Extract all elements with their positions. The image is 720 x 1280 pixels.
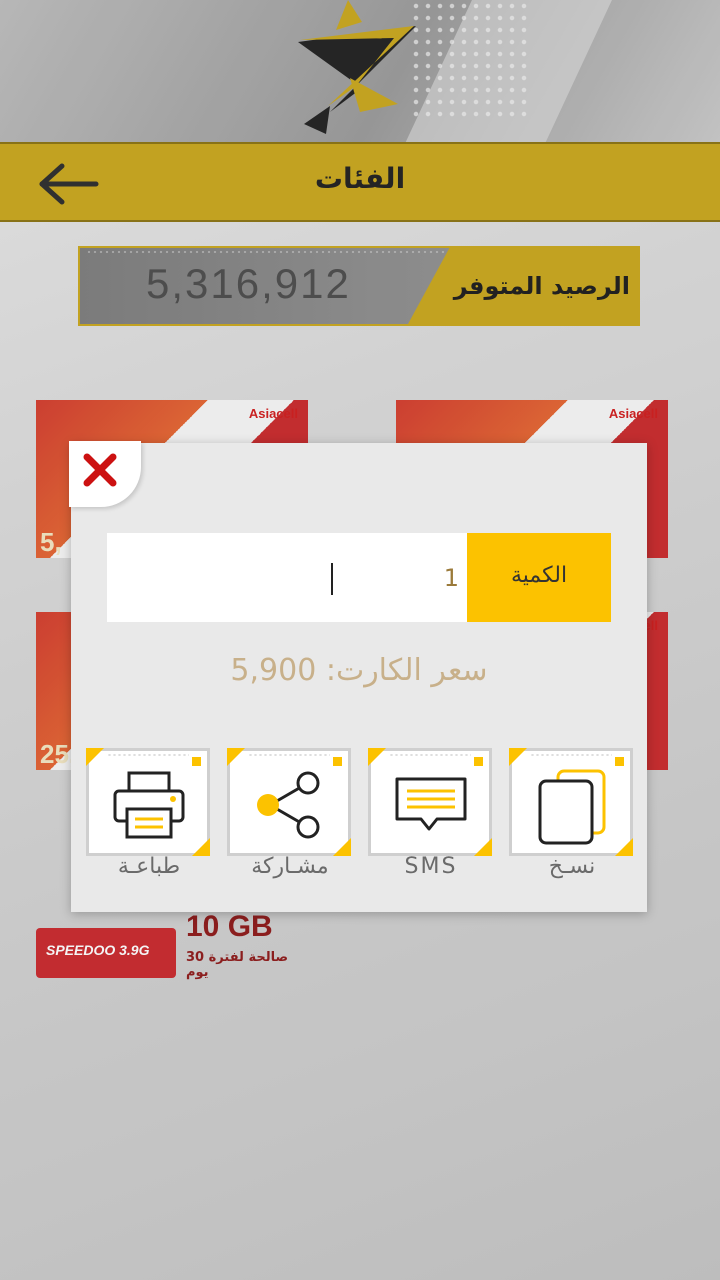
quantity-label-box: الكمية [467, 533, 611, 622]
close-icon [83, 453, 117, 487]
card-price-text: سعر الكارت: 5,900 [230, 653, 488, 688]
tile-dotted-line [530, 754, 612, 756]
tile-dotted-line [107, 754, 189, 756]
tile-dot [192, 757, 201, 766]
close-button[interactable] [69, 441, 141, 507]
copy-tile [509, 748, 633, 856]
print-label: طباعـة [117, 854, 181, 879]
tile-corner [86, 748, 104, 766]
quantity-input[interactable] [107, 533, 467, 622]
quantity-label: الكمية [510, 563, 568, 588]
print-button[interactable]: طباعـة [86, 748, 212, 888]
printer-icon [113, 771, 185, 839]
message-icon [395, 777, 467, 831]
copy-label: نسـخ [548, 854, 596, 879]
sms-tile [368, 748, 492, 856]
share-tile [227, 748, 351, 856]
copy-button[interactable]: نسـخ [509, 748, 635, 888]
copy-icon [538, 769, 606, 845]
action-buttons: طباعـة مشـاركة SMS نسـخ [86, 748, 636, 888]
tile-dot [615, 757, 624, 766]
purchase-dialog: الكمية سعر الكارت: 5,900 طباعـة [69, 441, 647, 912]
share-button[interactable]: مشـاركة [227, 748, 353, 888]
tile-dotted-line [248, 754, 330, 756]
tile-dot [474, 757, 483, 766]
sms-button[interactable]: SMS [368, 748, 494, 888]
tile-dot [333, 757, 342, 766]
quantity-row: الكمية [107, 533, 611, 622]
tile-dotted-line [389, 754, 471, 756]
sms-label: SMS [404, 854, 458, 879]
share-label: مشـاركة [251, 854, 329, 879]
share-icon [257, 771, 320, 839]
tile-corner [368, 748, 386, 766]
tile-corner [509, 748, 527, 766]
text-cursor [331, 563, 333, 595]
print-tile [86, 748, 210, 856]
tile-corner [227, 748, 245, 766]
